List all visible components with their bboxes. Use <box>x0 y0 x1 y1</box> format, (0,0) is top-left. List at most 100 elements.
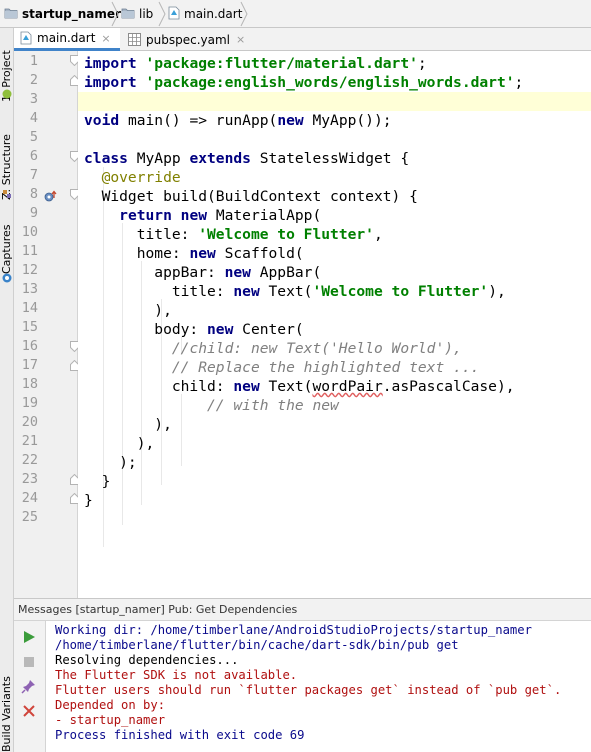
code-line: ); <box>84 453 137 472</box>
code-text: child: <box>84 378 234 395</box>
line-number: 9 <box>29 205 38 221</box>
dart-file-icon <box>168 6 180 23</box>
code-editor[interactable]: import 'package:flutter/material.dart'; i… <box>78 51 591 598</box>
console-line: Working dir: /home/timberlane/AndroidStu… <box>55 623 532 637</box>
override-gutter-icon[interactable] <box>44 189 58 203</box>
line-number: 18 <box>21 376 38 392</box>
build-variants-tool-tab[interactable]: Build Variants <box>0 672 14 752</box>
code-line: title: 'Welcome to Flutter', <box>84 225 383 244</box>
code-keyword: new <box>189 245 216 262</box>
code-string: 'Welcome to Flutter' <box>198 226 374 243</box>
console-line: /home/timberlane/flutter/bin/cache/dart-… <box>55 638 459 652</box>
captures-tool-tab[interactable]: Captures <box>0 214 14 274</box>
line-number: 17 <box>21 357 38 373</box>
code-line: child: new Text(wordPair.asPascalCase), <box>84 377 515 396</box>
breadcrumb-item-lib[interactable]: lib <box>121 0 153 28</box>
breadcrumb-separator-icon <box>157 0 167 28</box>
code-text: Widget build(BuildContext context) { <box>84 188 418 205</box>
code-text: ), <box>84 435 155 452</box>
tab-main-dart[interactable]: main.dart × <box>14 28 120 51</box>
code-text: } <box>84 492 93 509</box>
line-number: 16 <box>21 338 38 354</box>
dart-file-icon <box>20 31 32 45</box>
line-number: 2 <box>29 72 38 88</box>
code-text: Scaffold( <box>215 245 304 262</box>
breadcrumb-item-file[interactable]: main.dart <box>168 0 242 28</box>
line-number: 20 <box>21 414 38 430</box>
captures-tab-label: Captures <box>0 224 13 274</box>
line-number: 1 <box>29 53 38 69</box>
code-keyword: new <box>233 378 260 395</box>
tab-pubspec-yaml[interactable]: pubspec.yaml × <box>122 28 248 51</box>
code-keyword: new <box>277 112 304 129</box>
code-line: title: new Text('Welcome to Flutter'), <box>84 282 506 301</box>
code-text: title: <box>84 226 199 243</box>
code-text: body: <box>84 321 208 338</box>
code-line: Widget build(BuildContext context) { <box>84 187 418 206</box>
code-line: return new MaterialApp( <box>84 206 321 225</box>
stop-icon[interactable] <box>21 654 37 670</box>
code-string: 'package:english_words/english_words.dar… <box>145 74 515 91</box>
code-text: ; <box>417 55 427 72</box>
code-line: void main() => runApp(new MyApp()); <box>84 111 392 130</box>
code-line: home: new Scaffold( <box>84 244 304 263</box>
captures-icon <box>0 272 14 286</box>
breadcrumb-item-project[interactable]: startup_namer <box>4 0 121 28</box>
close-icon[interactable] <box>21 703 37 719</box>
line-number: 8 <box>29 186 38 202</box>
console-line: Depended on by: <box>55 698 166 712</box>
close-icon[interactable]: × <box>101 32 110 45</box>
code-line: appBar: new AppBar( <box>84 263 321 282</box>
console-line: Resolving dependencies... <box>55 653 239 667</box>
breadcrumb-label: lib <box>139 7 154 21</box>
code-text: main() => runApp( <box>119 112 278 129</box>
code-error-identifier: wordPair <box>312 378 383 395</box>
breadcrumb-label: startup_namer <box>22 7 121 21</box>
code-text: ), <box>84 302 172 319</box>
code-keyword: new <box>207 321 234 338</box>
folder-icon <box>4 7 18 22</box>
pin-icon[interactable] <box>21 678 37 694</box>
code-keyword: import <box>84 74 137 91</box>
code-text: } <box>84 473 111 490</box>
code-line: // Replace the highlighted text ... <box>84 358 480 377</box>
messages-title: Messages [startup_namer] Pub: Get Depend… <box>18 603 298 616</box>
code-text: Text( <box>259 378 313 395</box>
code-keyword: extends <box>189 150 251 167</box>
code-text: ), <box>84 416 172 433</box>
code-text: MyApp <box>127 150 190 167</box>
code-text: MaterialApp( <box>207 207 322 224</box>
build-variants-tab-label: Build Variants <box>0 676 13 752</box>
run-icon[interactable] <box>21 629 37 645</box>
line-number: 15 <box>21 319 38 335</box>
code-line: //child: new Text('Hello World'), <box>84 339 462 358</box>
code-text: AppBar( <box>250 264 322 281</box>
code-keyword: void <box>84 112 120 129</box>
line-number: 23 <box>21 471 38 487</box>
breadcrumb-separator-icon <box>110 0 120 28</box>
code-line: ), <box>84 434 155 453</box>
line-number: 4 <box>29 110 38 126</box>
console-line: Process finished with exit code 69 <box>55 728 305 742</box>
line-number: 19 <box>21 395 38 411</box>
code-line: } <box>84 491 93 510</box>
messages-console[interactable]: Working dir: /home/timberlane/AndroidStu… <box>47 621 591 752</box>
line-number: 22 <box>21 452 38 468</box>
tool-window-strip: 1: Project Z: Structure Captures Build V… <box>0 28 14 752</box>
code-text: title: <box>84 283 234 300</box>
code-text: Text( <box>259 283 313 300</box>
console-line: Flutter users should run `flutter packag… <box>55 683 562 697</box>
code-comment: //child: new Text('Hello World'), <box>171 340 462 357</box>
folder-icon <box>121 7 135 22</box>
line-number: 5 <box>29 129 38 145</box>
close-icon[interactable]: × <box>236 33 245 46</box>
code-line: } <box>84 472 111 491</box>
android-icon <box>0 88 14 102</box>
code-text: MyApp()); <box>303 112 392 129</box>
code-comment: // Replace the highlighted text ... <box>171 359 480 376</box>
